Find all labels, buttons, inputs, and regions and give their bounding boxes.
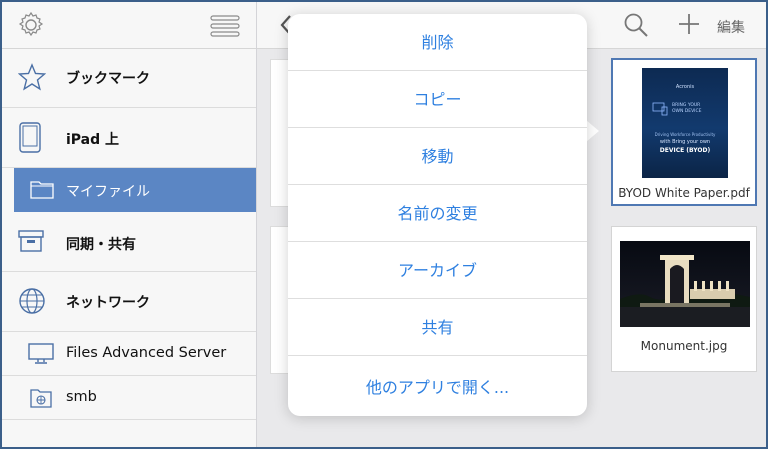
sidebar-item-label: iPad 上 — [66, 132, 120, 148]
globe-icon — [19, 288, 45, 314]
app-frame: ブックマーク iPad 上 マイファイル 同期・共有 ネットワーク Files … — [0, 0, 768, 449]
open-in-other-app-button[interactable]: 他のアプリで開く... — [288, 359, 587, 416]
sidebar-item-sync[interactable]: 同期・共有 — [2, 212, 256, 272]
photo-thumbnail — [620, 241, 750, 327]
edit-button[interactable]: 編集 — [717, 17, 745, 37]
gear-icon[interactable] — [16, 10, 46, 40]
sidebar-item-ipad[interactable]: iPad 上 — [2, 108, 256, 168]
monitor-icon — [28, 343, 54, 364]
file-actions-popover: 削除 コピー 移動 名前の変更 アーカイブ 共有 他のアプリで開く... — [288, 14, 587, 416]
rename-button[interactable]: 名前の変更 — [288, 185, 587, 242]
archive-box-icon — [18, 230, 44, 252]
sidebar: ブックマーク iPad 上 マイファイル 同期・共有 ネットワーク Files … — [2, 2, 257, 447]
sidebar-item-network[interactable]: ネットワーク — [2, 272, 256, 332]
pdf-cover-image: Acronis BRING YOUR OWN DEVICE Driving Wo… — [642, 68, 728, 178]
sidebar-item-label: Files Advanced Server — [66, 345, 227, 361]
search-icon[interactable] — [623, 12, 649, 38]
sidebar-item-my-files[interactable]: マイファイル — [14, 168, 256, 212]
sidebar-item-files-advanced-server[interactable]: Files Advanced Server — [2, 332, 256, 376]
menu-icon[interactable] — [210, 14, 240, 38]
file-thumbnail-monument[interactable]: Monument.jpg — [611, 226, 757, 372]
file-name: BYOD White Paper.pdf — [618, 186, 750, 200]
network-folder-icon — [30, 389, 52, 408]
cover-line: Driving Workforce Productivity — [654, 132, 716, 137]
move-button[interactable]: 移動 — [288, 128, 587, 185]
cover-line: BRING YOUR — [672, 103, 701, 108]
archive-button[interactable]: アーカイブ — [288, 242, 587, 299]
device-icon — [652, 102, 668, 116]
folder-icon — [30, 181, 54, 199]
cover-line: DEVICE (BYOD) — [659, 147, 711, 154]
plus-icon[interactable] — [677, 12, 701, 36]
delete-button[interactable]: 削除 — [288, 14, 587, 71]
sidebar-toolbar — [2, 2, 256, 49]
sidebar-item-label: ブックマーク — [66, 71, 150, 87]
cover-line: with Bring your own — [659, 139, 711, 145]
file-name: Monument.jpg — [640, 339, 728, 353]
popover-arrow — [586, 120, 599, 142]
sidebar-item-label: smb — [66, 389, 97, 405]
sidebar-item-label: ネットワーク — [66, 295, 150, 311]
tablet-icon — [19, 122, 41, 153]
cover-line: OWN DEVICE — [672, 109, 702, 114]
share-button[interactable]: 共有 — [288, 299, 587, 356]
sidebar-item-label: マイファイル — [66, 184, 150, 200]
cover-brand: Acronis — [675, 84, 695, 90]
file-thumbnail-byod[interactable]: Acronis BRING YOUR OWN DEVICE Driving Wo… — [611, 58, 757, 206]
copy-button[interactable]: コピー — [288, 71, 587, 128]
sidebar-item-label: 同期・共有 — [66, 237, 136, 253]
star-icon — [18, 63, 46, 91]
sidebar-item-smb[interactable]: smb — [2, 376, 256, 420]
sidebar-item-bookmarks[interactable]: ブックマーク — [2, 48, 256, 108]
